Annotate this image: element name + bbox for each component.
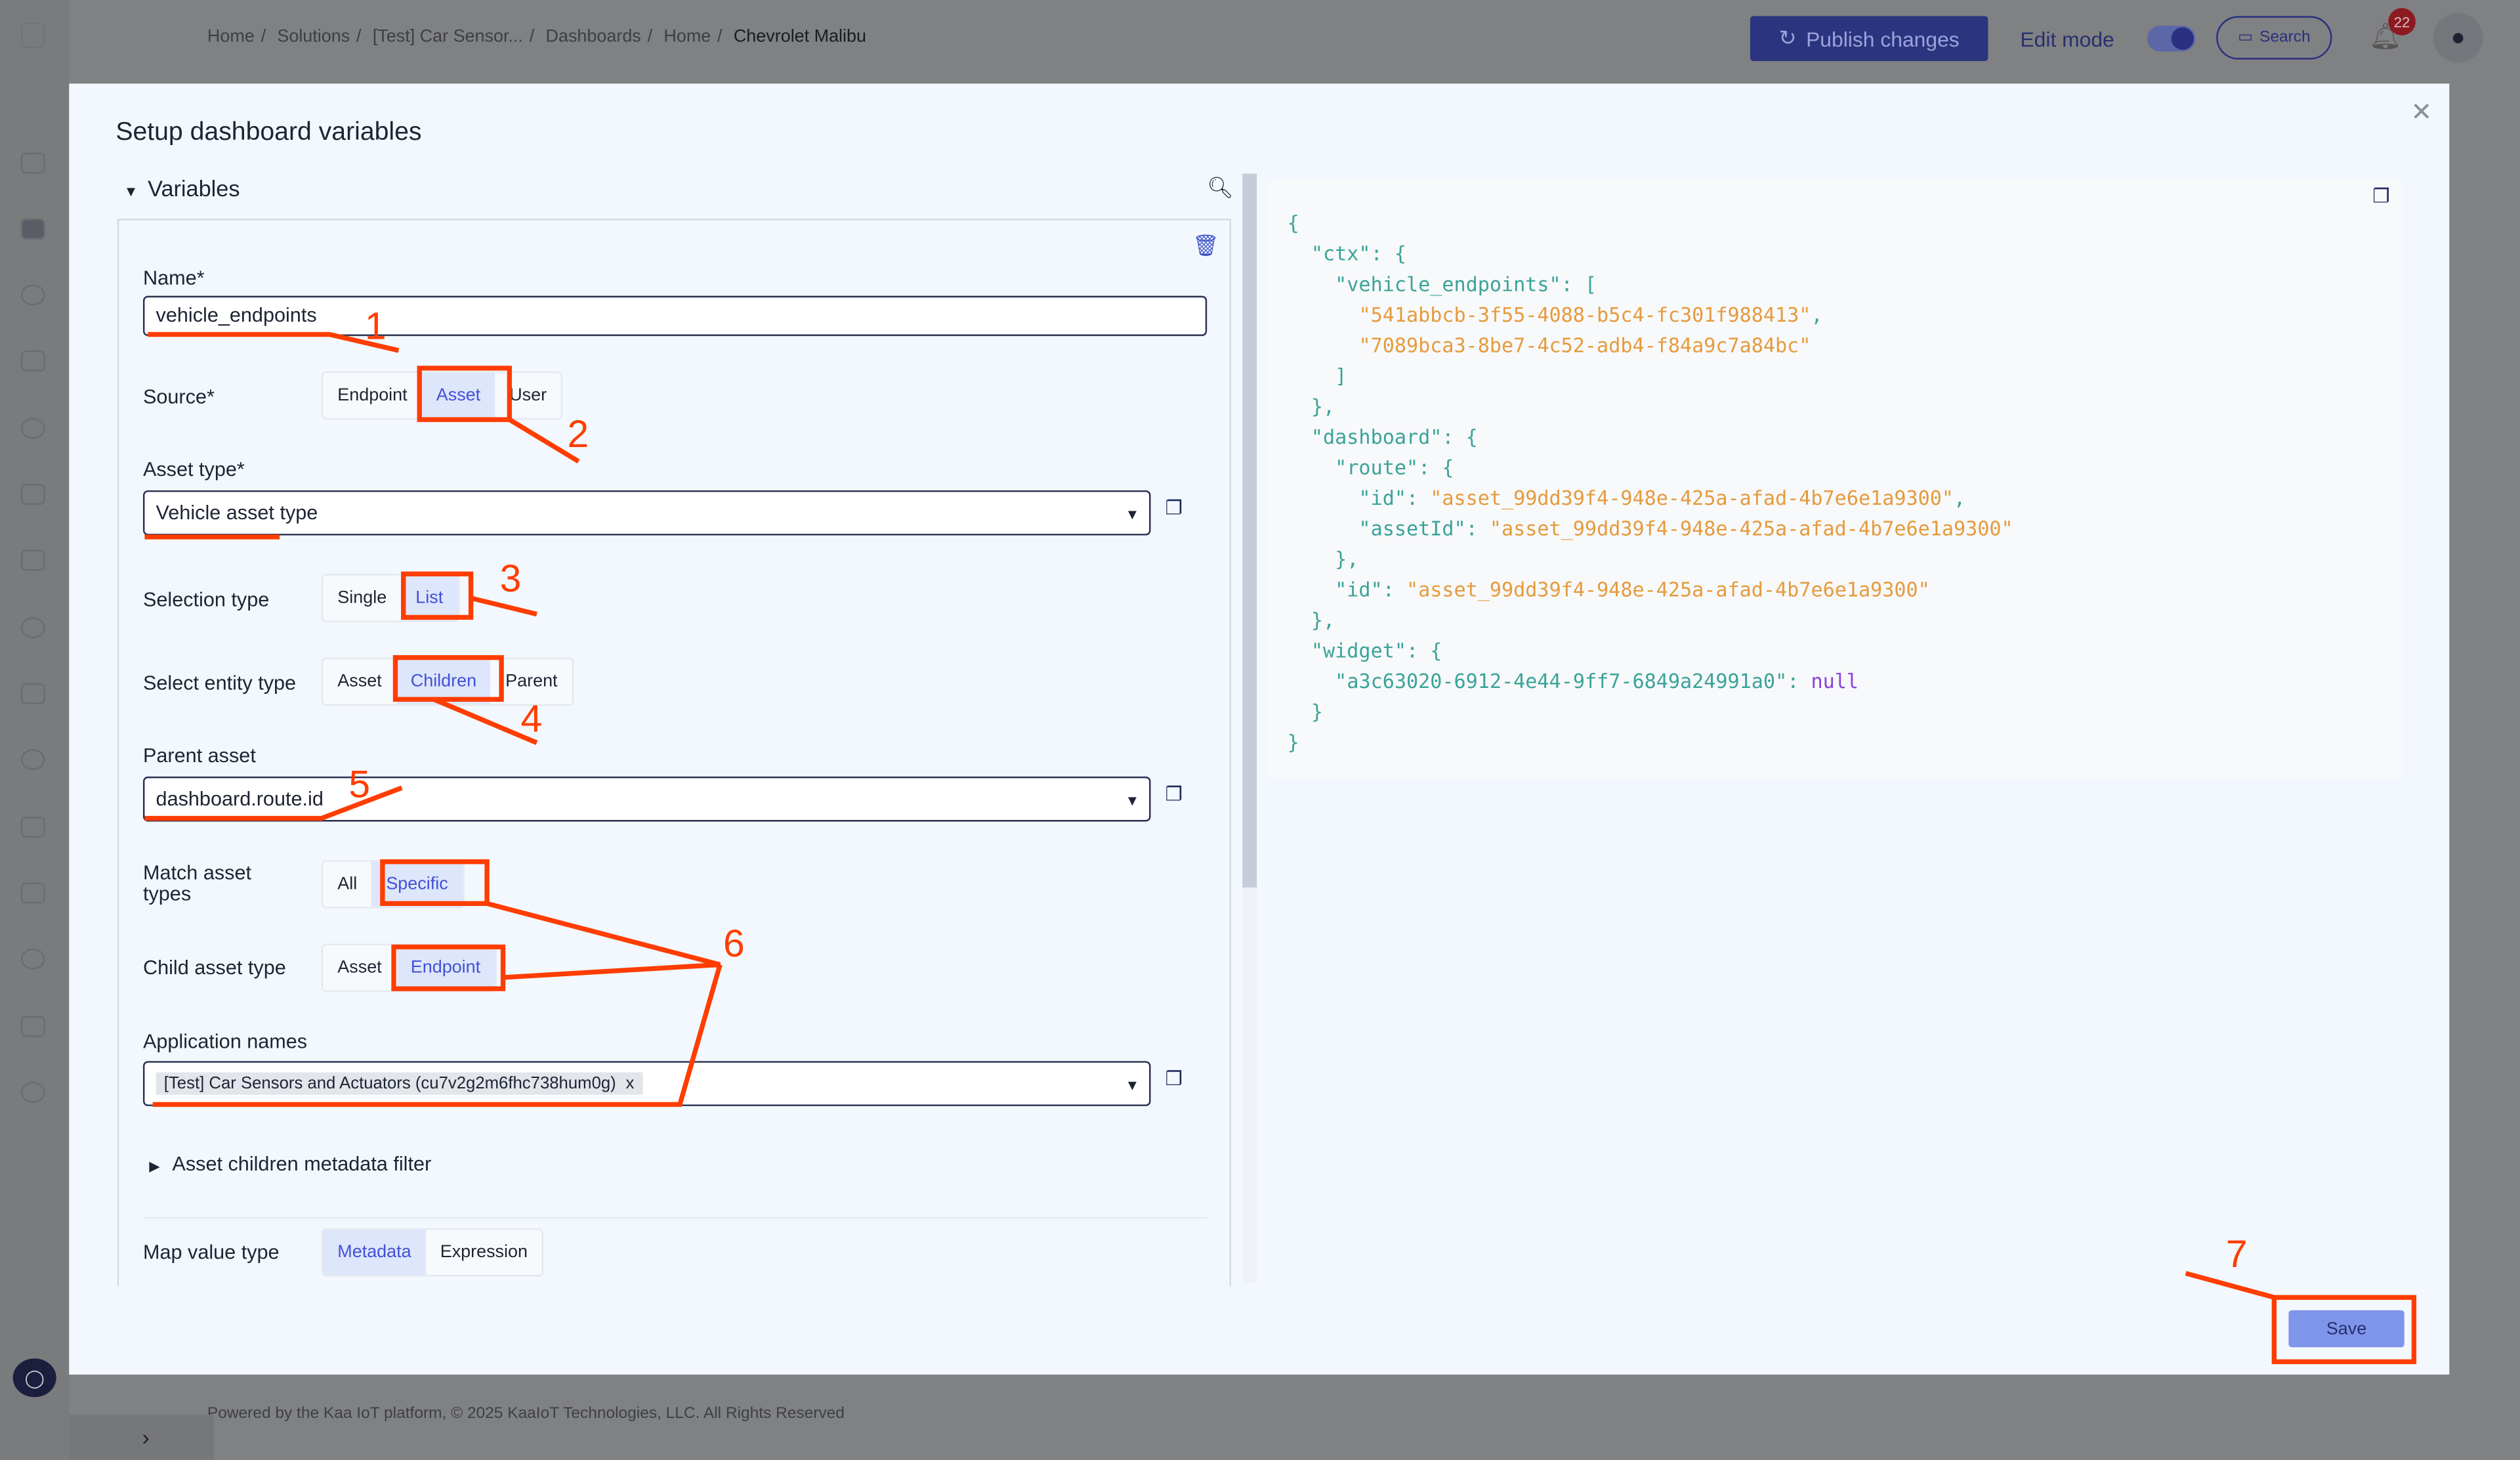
annotation-box-6a [380,859,490,907]
annotation-lines-6 [152,901,723,1107]
annotation-box-4 [392,655,504,702]
annotation-number: 1 [365,305,387,348]
annotation-box-6b [391,944,506,991]
annotation-line-3 [470,595,537,617]
annotation-number: 3 [500,557,522,600]
annotation-number: 4 [520,697,542,740]
annotation-number: 5 [348,763,370,806]
annotation-overlay: 1 2 3 4 5 6 7 [144,305,2417,1364]
annotation-line-7 [2185,1271,2275,1300]
annotation-number: 2 [567,413,589,456]
annotation-underline-1 [148,332,400,353]
annotation-box-3 [401,571,474,620]
annotation-box-2 [417,366,513,422]
annotation-number: 6 [723,922,745,965]
annotation-box-7 [2271,1295,2417,1364]
annotation-number: 7 [2226,1233,2248,1276]
